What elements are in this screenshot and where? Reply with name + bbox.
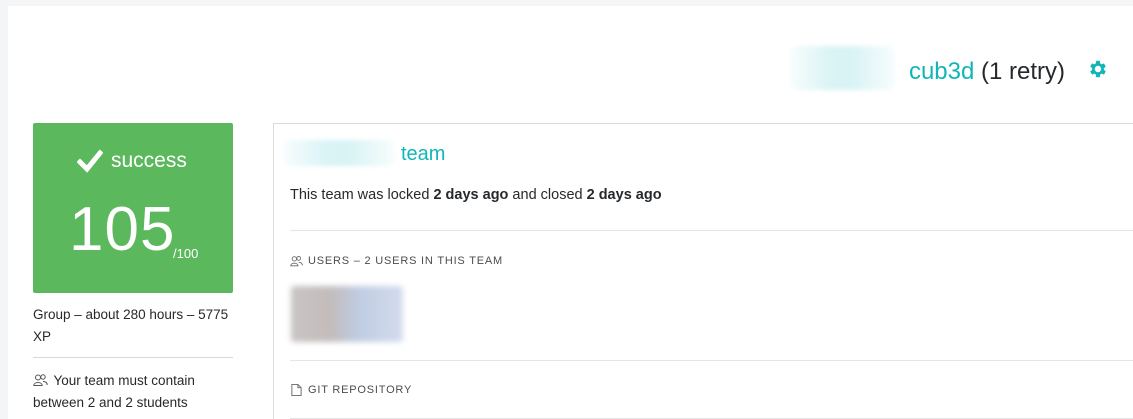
status-row: success [77,148,187,174]
closed-time: 2 days ago [586,187,662,203]
team-lock-status: This team was locked 2 days ago and clos… [290,187,662,203]
divider [290,230,1133,231]
project-name-link[interactable]: cub3d [909,58,974,85]
project-info: Group – about 280 hours – 5775 XP [33,307,229,344]
team-name-link[interactable]: team [401,143,445,166]
git-repository-label: GIT REPOSITORY [290,384,412,396]
retry-count: (1 retry) [981,58,1065,85]
grade-max: /100 [173,246,199,261]
team-requirement: Your team must contain between 2 and 2 s… [33,370,233,414]
status-label: success [111,149,187,172]
team-requirement-text: Your team must contain between 2 and 2 s… [33,373,195,410]
users-icon [290,256,303,267]
users-icon [33,374,48,386]
users-section-label: USERS – 2 USERS IN THIS TEAM [290,255,503,267]
project-title: cub3d (1 retry) [909,58,1065,86]
user-login-blurred[interactable] [790,46,895,90]
divider [33,357,233,358]
team-member-avatars[interactable] [291,286,403,342]
project-result-box: success 105 /100 [33,123,233,293]
team-name-blurred [283,140,395,166]
final-grade: 105 [69,195,176,264]
team-panel: team This team was locked 2 days ago and… [273,123,1133,419]
check-icon [77,149,103,173]
locked-time: 2 days ago [433,187,509,203]
gear-icon[interactable] [1087,58,1111,82]
file-icon [291,384,302,396]
divider [290,360,1133,361]
